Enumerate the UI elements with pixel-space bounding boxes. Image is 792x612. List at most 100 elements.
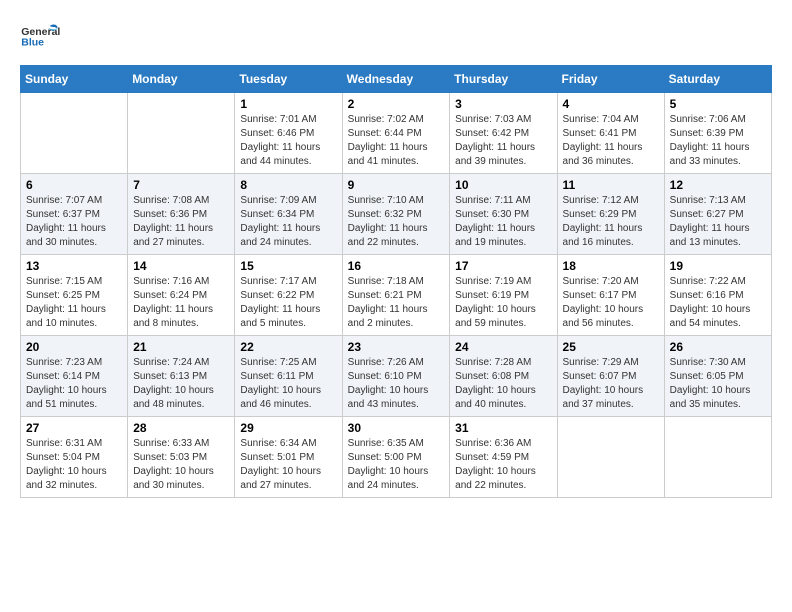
day-number: 13 [26,259,122,273]
calendar-cell: 13 Sunrise: 7:15 AM Sunset: 6:25 PM Dayli… [21,255,128,336]
calendar-cell: 5 Sunrise: 7:06 AM Sunset: 6:39 PM Daylig… [664,93,771,174]
calendar-week-row: 6 Sunrise: 7:07 AM Sunset: 6:37 PM Daylig… [21,174,772,255]
calendar-week-row: 20Sunrise: 7:23 AM Sunset: 6:14 PM Dayli… [21,336,772,417]
day-number: 27 [26,421,122,435]
day-info: Sunrise: 6:33 AM Sunset: 5:03 PM Dayligh… [133,437,229,493]
day-info: Sunrise: 7:01 AM Sunset: 6:46 PM Dayligh… [240,113,336,169]
day-info: Sunrise: 6:31 AM Sunset: 5:04 PM Dayligh… [26,437,122,493]
calendar-cell: 24 Sunrise: 7:28 AM Sunset: 6:08 PM Dayli… [450,336,557,417]
day-info: Sunrise: 7:16 AM Sunset: 6:24 PM Dayligh… [133,275,229,331]
calendar-cell: 31 Sunrise: 6:36 AM Sunset: 4:59 PM Dayli… [450,417,557,498]
day-number: 19 [670,259,766,273]
day-number: 31 [455,421,551,435]
day-info: Sunrise: 7:23 AM Sunset: 6:14 PM Dayligh… [26,356,122,412]
day-info: Sunrise: 7:10 AM Sunset: 6:32 PM Dayligh… [348,194,445,250]
calendar-cell: 1 Sunrise: 7:01 AM Sunset: 6:46 PM Daylig… [235,93,342,174]
day-number: 24 [455,340,551,354]
day-number: 2 [348,97,445,111]
calendar-cell [557,417,664,498]
day-info: Sunrise: 7:18 AM Sunset: 6:21 PM Dayligh… [348,275,445,331]
calendar-cell: 6 Sunrise: 7:07 AM Sunset: 6:37 PM Daylig… [21,174,128,255]
day-number: 1 [240,97,336,111]
calendar-header-row: SundayMondayTuesdayWednesdayThursdayFrid… [21,66,772,93]
calendar-cell: 2 Sunrise: 7:02 AM Sunset: 6:44 PM Daylig… [342,93,450,174]
day-number: 21 [133,340,229,354]
calendar-week-row: 1 Sunrise: 7:01 AM Sunset: 6:46 PM Daylig… [21,93,772,174]
day-info: Sunrise: 6:34 AM Sunset: 5:01 PM Dayligh… [240,437,336,493]
day-number: 9 [348,178,445,192]
day-number: 12 [670,178,766,192]
calendar-week-row: 27 Sunrise: 6:31 AM Sunset: 5:04 PM Dayli… [21,417,772,498]
calendar-cell: 30Sunrise: 6:35 AM Sunset: 5:00 PM Dayli… [342,417,450,498]
day-info: Sunrise: 7:07 AM Sunset: 6:37 PM Dayligh… [26,194,122,250]
day-of-week-header: Sunday [21,66,128,93]
day-info: Sunrise: 7:25 AM Sunset: 6:11 PM Dayligh… [240,356,336,412]
day-info: Sunrise: 7:03 AM Sunset: 6:42 PM Dayligh… [455,113,551,169]
day-info: Sunrise: 7:04 AM Sunset: 6:41 PM Dayligh… [563,113,659,169]
day-number: 3 [455,97,551,111]
svg-text:Blue: Blue [21,37,44,49]
day-info: Sunrise: 6:36 AM Sunset: 4:59 PM Dayligh… [455,437,551,493]
day-of-week-header: Tuesday [235,66,342,93]
calendar-cell: 9 Sunrise: 7:10 AM Sunset: 6:32 PM Daylig… [342,174,450,255]
calendar-cell: 28 Sunrise: 6:33 AM Sunset: 5:03 PM Dayli… [128,417,235,498]
day-number: 28 [133,421,229,435]
calendar-cell: 17 Sunrise: 7:19 AM Sunset: 6:19 PM Dayli… [450,255,557,336]
day-of-week-header: Thursday [450,66,557,93]
day-number: 6 [26,178,122,192]
day-of-week-header: Saturday [664,66,771,93]
day-number: 29 [240,421,336,435]
day-info: Sunrise: 7:20 AM Sunset: 6:17 PM Dayligh… [563,275,659,331]
calendar-table: SundayMondayTuesdayWednesdayThursdayFrid… [20,65,772,498]
day-number: 14 [133,259,229,273]
day-number: 7 [133,178,229,192]
calendar-cell: 27 Sunrise: 6:31 AM Sunset: 5:04 PM Dayli… [21,417,128,498]
logo-icon: General Blue [20,20,60,50]
calendar-cell: 16 Sunrise: 7:18 AM Sunset: 6:21 PM Dayli… [342,255,450,336]
day-info: Sunrise: 7:28 AM Sunset: 6:08 PM Dayligh… [455,356,551,412]
calendar-cell: 3 Sunrise: 7:03 AM Sunset: 6:42 PM Daylig… [450,93,557,174]
day-info: Sunrise: 7:11 AM Sunset: 6:30 PM Dayligh… [455,194,551,250]
calendar-cell: 11Sunrise: 7:12 AM Sunset: 6:29 PM Dayli… [557,174,664,255]
day-number: 22 [240,340,336,354]
day-number: 30 [348,421,445,435]
day-number: 10 [455,178,551,192]
day-info: Sunrise: 7:22 AM Sunset: 6:16 PM Dayligh… [670,275,766,331]
calendar-cell: 8 Sunrise: 7:09 AM Sunset: 6:34 PM Daylig… [235,174,342,255]
day-number: 26 [670,340,766,354]
calendar-cell: 23 Sunrise: 7:26 AM Sunset: 6:10 PM Dayli… [342,336,450,417]
day-number: 11 [563,178,659,192]
calendar-week-row: 13 Sunrise: 7:15 AM Sunset: 6:25 PM Dayli… [21,255,772,336]
calendar-cell: 15 Sunrise: 7:17 AM Sunset: 6:22 PM Dayli… [235,255,342,336]
day-info: Sunrise: 7:08 AM Sunset: 6:36 PM Dayligh… [133,194,229,250]
day-info: Sunrise: 7:19 AM Sunset: 6:19 PM Dayligh… [455,275,551,331]
calendar-cell [664,417,771,498]
day-number: 15 [240,259,336,273]
day-of-week-header: Friday [557,66,664,93]
day-number: 16 [348,259,445,273]
calendar-cell: 22 Sunrise: 7:25 AM Sunset: 6:11 PM Dayli… [235,336,342,417]
logo: General Blue [20,20,60,50]
day-number: 17 [455,259,551,273]
day-info: Sunrise: 7:09 AM Sunset: 6:34 PM Dayligh… [240,194,336,250]
page-header: General Blue [20,20,772,50]
day-number: 23 [348,340,445,354]
day-info: Sunrise: 7:02 AM Sunset: 6:44 PM Dayligh… [348,113,445,169]
day-info: Sunrise: 7:06 AM Sunset: 6:39 PM Dayligh… [670,113,766,169]
day-number: 8 [240,178,336,192]
day-info: Sunrise: 7:29 AM Sunset: 6:07 PM Dayligh… [563,356,659,412]
calendar-cell: 18Sunrise: 7:20 AM Sunset: 6:17 PM Dayli… [557,255,664,336]
calendar-cell: 21Sunrise: 7:24 AM Sunset: 6:13 PM Dayli… [128,336,235,417]
day-info: Sunrise: 7:15 AM Sunset: 6:25 PM Dayligh… [26,275,122,331]
calendar-cell: 12Sunrise: 7:13 AM Sunset: 6:27 PM Dayli… [664,174,771,255]
calendar-cell [128,93,235,174]
calendar-cell: 19 Sunrise: 7:22 AM Sunset: 6:16 PM Dayli… [664,255,771,336]
day-number: 25 [563,340,659,354]
day-of-week-header: Wednesday [342,66,450,93]
day-info: Sunrise: 7:17 AM Sunset: 6:22 PM Dayligh… [240,275,336,331]
calendar-cell: 4Sunrise: 7:04 AM Sunset: 6:41 PM Daylig… [557,93,664,174]
calendar-cell: 14 Sunrise: 7:16 AM Sunset: 6:24 PM Dayli… [128,255,235,336]
day-number: 5 [670,97,766,111]
day-info: Sunrise: 7:26 AM Sunset: 6:10 PM Dayligh… [348,356,445,412]
calendar-cell: 20Sunrise: 7:23 AM Sunset: 6:14 PM Dayli… [21,336,128,417]
